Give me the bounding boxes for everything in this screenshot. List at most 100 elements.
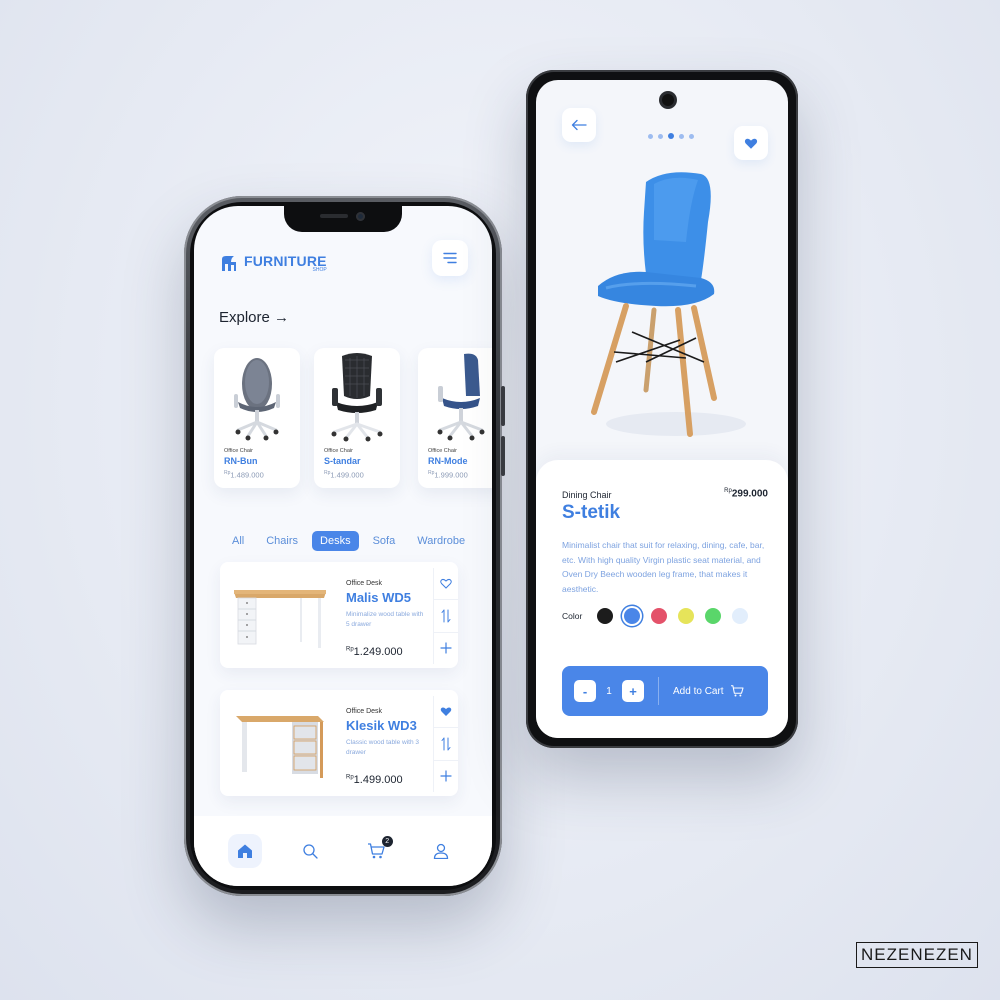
- featured-carousel[interactable]: Office Chair RN-Bun Rp1.489.000 Office C…: [214, 348, 492, 493]
- divider: [658, 677, 659, 705]
- chair-logo-icon: [220, 255, 238, 273]
- compare-button[interactable]: [434, 600, 458, 633]
- product-category: Office Chair: [324, 448, 353, 454]
- menu-icon: [443, 252, 457, 264]
- volume-button: [501, 436, 505, 476]
- product-price: Rp1.249.000: [346, 646, 403, 658]
- tab-sofa[interactable]: Sofa: [365, 531, 404, 551]
- tab-desks[interactable]: Desks: [312, 531, 359, 551]
- bottom-navigation: 2: [194, 816, 492, 886]
- featured-card[interactable]: Office Chair S-tandar Rp1.499.000: [314, 348, 400, 488]
- office-chair-image: [234, 358, 280, 441]
- product-description: Minimalize wood table with 5 drawer: [346, 611, 424, 628]
- product-card[interactable]: Office Desk Klesik WD3 Classic wood tabl…: [220, 690, 458, 796]
- featured-card[interactable]: Office Chair RN-Mode Rp1.999.000: [418, 348, 492, 488]
- product-name: S-tetik: [562, 502, 621, 523]
- color-swatch-blue[interactable]: [624, 608, 641, 624]
- office-chair-image: [331, 353, 383, 442]
- color-swatch-green[interactable]: [705, 608, 722, 624]
- brand-logo[interactable]: FURNITURE SHOP: [220, 254, 327, 273]
- cart-icon: [730, 685, 744, 697]
- decrease-quantity-button[interactable]: -: [574, 680, 596, 702]
- product-category: Office Desk: [346, 708, 383, 715]
- add-to-cart-bar: - 1 + Add to Cart: [562, 666, 768, 716]
- nav-profile[interactable]: [424, 834, 458, 868]
- color-swatch-light-blue[interactable]: [732, 608, 749, 624]
- profile-icon: [434, 843, 449, 859]
- product-category: Office Desk: [346, 580, 383, 587]
- pager-dot[interactable]: [648, 133, 653, 139]
- explore-link[interactable]: Explore →: [219, 309, 289, 326]
- front-camera: [662, 94, 674, 106]
- office-chair-image: [437, 353, 485, 441]
- tab-chairs[interactable]: Chairs: [258, 531, 306, 551]
- back-button[interactable]: [562, 108, 596, 142]
- pager-dot[interactable]: [658, 133, 663, 139]
- product-category: Office Chair: [224, 448, 253, 454]
- product-name: RN-Bun: [224, 456, 258, 466]
- brand-name: FURNITURE: [244, 253, 327, 269]
- cart-count-badge: 2: [381, 836, 393, 847]
- color-swatch-yellow[interactable]: [678, 608, 695, 624]
- product-price: Rp1.499.000: [324, 470, 364, 480]
- product-price: Rp1.999.000: [428, 470, 468, 480]
- product-price: Rp1.489.000: [224, 470, 264, 480]
- product-description: Classic wood table with 3 drawer: [346, 739, 419, 756]
- pager-dot[interactable]: [689, 133, 694, 139]
- heart-filled-icon: [440, 707, 452, 717]
- search-icon: [303, 844, 318, 859]
- color-swatch-red[interactable]: [651, 608, 668, 624]
- tab-all[interactable]: All: [224, 531, 252, 551]
- dining-chair-image: [591, 172, 746, 437]
- sort-arrows-icon: [441, 609, 451, 623]
- color-picker: Color: [562, 608, 749, 624]
- favorite-button[interactable]: [434, 568, 458, 601]
- phone-screen-right: Dining Chair Rp299.000 S-tetik Minimalis…: [536, 80, 788, 738]
- heart-filled-icon: [744, 138, 758, 149]
- sort-arrows-icon: [441, 737, 451, 751]
- tab-wardrobe[interactable]: Wardrobe: [409, 531, 473, 551]
- front-camera: [356, 212, 365, 221]
- plus-icon: [440, 770, 452, 782]
- plus-icon: [440, 642, 452, 654]
- cart-icon: [367, 843, 385, 859]
- speaker: [320, 214, 348, 218]
- watermark: NEZENEZEN: [856, 942, 978, 968]
- product-category: Office Chair: [428, 448, 457, 454]
- pager-dot-active[interactable]: [668, 133, 674, 139]
- category-tabs: All Chairs Desks Sofa Wardrobe: [224, 531, 479, 551]
- quantity-value: 1: [606, 685, 612, 697]
- pager-dot[interactable]: [679, 133, 684, 139]
- product-description: Minimalist chair that suit for relaxing,…: [562, 540, 765, 594]
- nav-search[interactable]: [293, 834, 327, 868]
- menu-button[interactable]: [432, 240, 468, 276]
- notch: [284, 206, 402, 232]
- volume-button: [501, 386, 505, 426]
- add-to-cart-button[interactable]: Add to Cart: [673, 686, 724, 697]
- desk-image: [234, 590, 326, 648]
- color-label: Color: [562, 611, 583, 621]
- featured-card[interactable]: Office Chair RN-Bun Rp1.489.000: [214, 348, 300, 488]
- product-name: S-tandar: [324, 456, 361, 466]
- compare-button[interactable]: [434, 728, 458, 761]
- add-button[interactable]: [434, 633, 458, 664]
- arrow-left-icon: [571, 119, 587, 131]
- product-card[interactable]: Office Desk Malis WD5 Minimalize wood ta…: [220, 562, 458, 668]
- product-actions: [433, 568, 458, 664]
- phone-left: FURNITURE SHOP Explore → Office Chair RN…: [184, 196, 505, 896]
- phone-right: Dining Chair Rp299.000 S-tetik Minimalis…: [526, 70, 798, 748]
- nav-cart[interactable]: 2: [359, 834, 393, 868]
- desk-image: [236, 716, 324, 778]
- favorite-button[interactable]: [434, 696, 458, 729]
- favorite-button[interactable]: [734, 126, 768, 160]
- product-price: Rp299.000: [724, 488, 768, 500]
- phone-screen-left: FURNITURE SHOP Explore → Office Chair RN…: [194, 206, 492, 886]
- product-detail-panel: Dining Chair Rp299.000 S-tetik Minimalis…: [536, 460, 788, 738]
- product-name: Malis WD5: [346, 590, 412, 605]
- nav-home[interactable]: [227, 834, 262, 868]
- add-button[interactable]: [434, 761, 458, 792]
- color-swatch-black[interactable]: [597, 608, 614, 624]
- increase-quantity-button[interactable]: +: [622, 680, 644, 702]
- product-name: Klesik WD3: [346, 718, 417, 733]
- image-pager[interactable]: [648, 133, 694, 139]
